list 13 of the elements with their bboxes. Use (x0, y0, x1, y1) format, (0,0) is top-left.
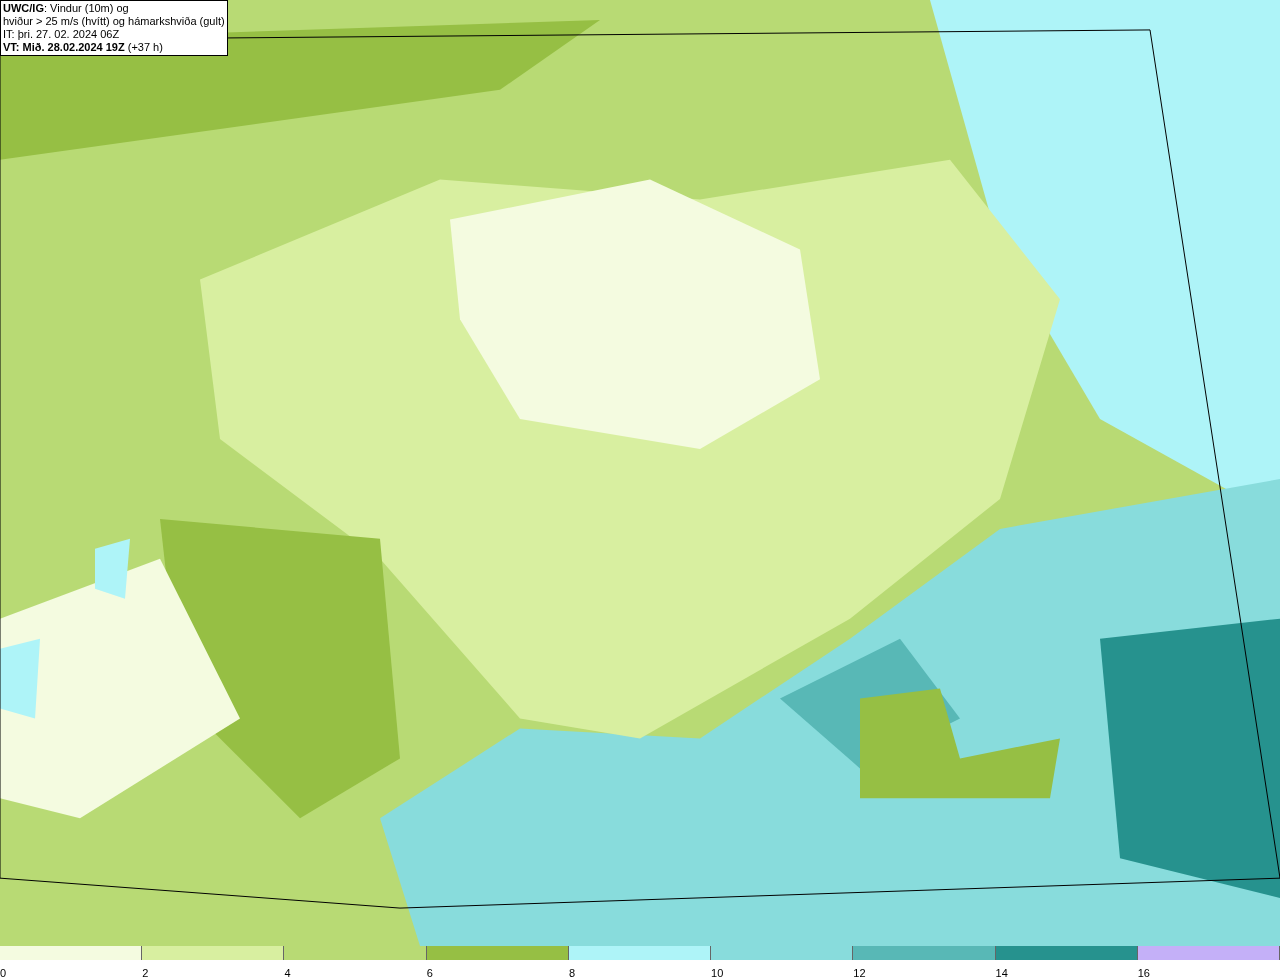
title-line: VT: Mið. 28.02.2024 19Z (+37 h) (3, 41, 164, 54)
title-line: IT: þri. 27. 02. 2024 06Z (3, 28, 121, 41)
legend-label: 0 (0, 966, 7, 978)
title-line: UWC/IG: Vindur (10m) og (3, 2, 130, 15)
legend-label: 10 (711, 966, 724, 978)
legend-label: 16 (1137, 966, 1150, 978)
legend-label: 12 (853, 966, 866, 978)
legend-label: 6 (426, 966, 433, 978)
legend-label: 14 (995, 966, 1008, 978)
legend-label: 4 (284, 966, 291, 978)
title-line: hviður > 25 m/s (hvítt) og hámarkshviða (gult) (3, 15, 225, 28)
legend-label: 2 (142, 966, 149, 978)
legend-label: 8 (568, 966, 575, 978)
